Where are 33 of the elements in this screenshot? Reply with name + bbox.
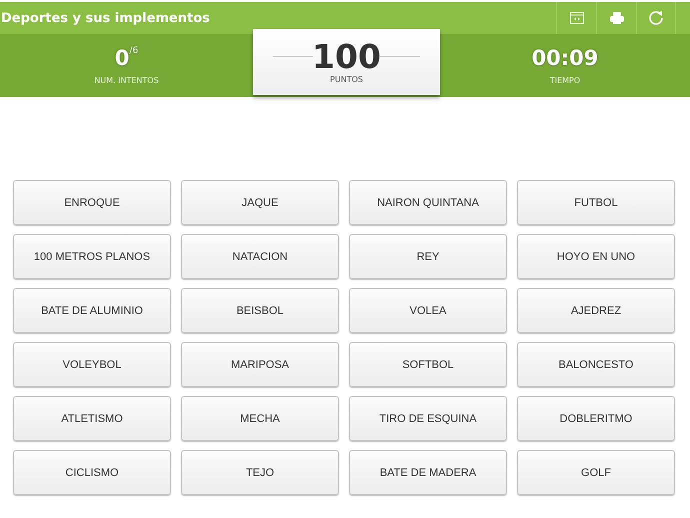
word-tile[interactable]: CICLISMO [13, 450, 171, 495]
word-tile[interactable]: TIRO DE ESQUINA [349, 396, 507, 441]
fullscreen-icon [570, 12, 584, 24]
word-tile[interactable]: TEJO [181, 450, 339, 495]
word-tile[interactable]: NATACION [181, 234, 339, 279]
word-tile[interactable]: VOLEYBOL [13, 342, 171, 387]
word-tile[interactable]: NAIRON QUINTANA [349, 180, 507, 225]
word-tile[interactable]: HOYO EN UNO [517, 234, 675, 279]
word-tile[interactable]: AJEDREZ [517, 288, 675, 333]
attempts-label: NUM. INTENTOS [94, 76, 159, 85]
score-label: PUNTOS [330, 75, 363, 84]
word-tile[interactable]: BALONCESTO [517, 342, 675, 387]
word-tile[interactable]: JAQUE [181, 180, 339, 225]
page-title: Deportes y sus implementos [1, 10, 210, 26]
word-tile[interactable]: SOFTBOL [349, 342, 507, 387]
word-tile[interactable]: ATLETISMO [13, 396, 171, 441]
word-tile[interactable]: 100 METROS PLANOS [13, 234, 171, 279]
word-tile[interactable]: REY [349, 234, 507, 279]
word-tile[interactable]: BATE DE ALUMINIO [13, 288, 171, 333]
word-tile[interactable]: MARIPOSA [181, 342, 339, 387]
word-tile[interactable]: FUTBOL [517, 180, 675, 225]
refresh-icon [648, 10, 664, 26]
word-tile[interactable]: DOBLERITMO [517, 396, 675, 441]
word-tile[interactable]: GOLF [517, 450, 675, 495]
word-tile[interactable]: MECHA [181, 396, 339, 441]
word-tile[interactable]: ENROQUE [13, 180, 171, 225]
word-tile[interactable]: VOLEA [349, 288, 507, 333]
printer-icon [610, 12, 624, 24]
timer-label: TIEMPO [550, 76, 580, 85]
timer-value: 00:09 [532, 46, 598, 70]
word-tile[interactable]: BATE DE MADERA [349, 450, 507, 495]
word-tile[interactable]: BEISBOL [181, 288, 339, 333]
score-value: 100 [312, 40, 381, 73]
